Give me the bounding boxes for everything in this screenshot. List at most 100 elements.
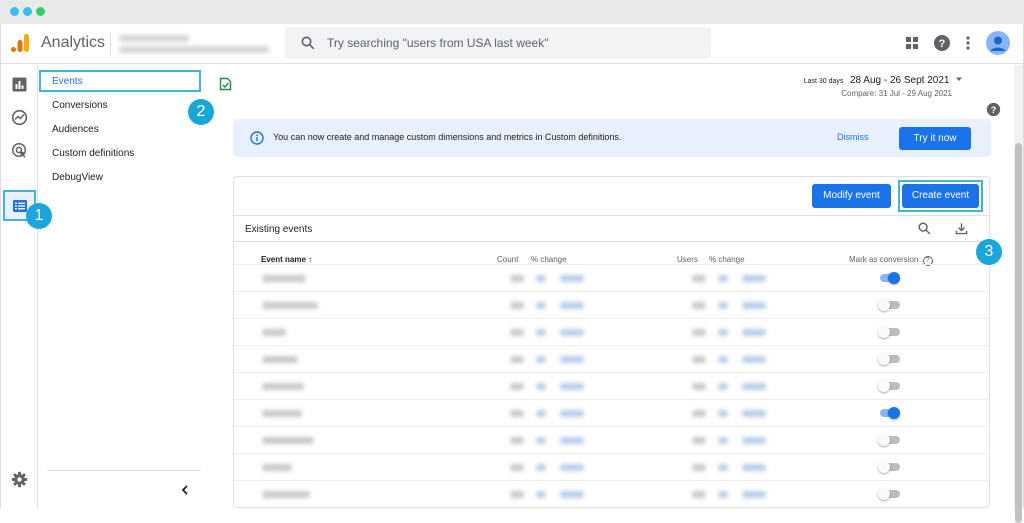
- count-change-blurred: [560, 356, 584, 363]
- explore-icon[interactable]: [11, 109, 28, 126]
- toggle-knob: [888, 272, 900, 284]
- users-change-arrow-blurred: [718, 356, 728, 363]
- conversion-toggle[interactable]: [878, 272, 900, 284]
- users-change-arrow-blurred: [718, 491, 728, 498]
- conversion-toggle[interactable]: [878, 353, 900, 365]
- reports-icon[interactable]: [11, 76, 28, 93]
- conversion-toggle[interactable]: [878, 434, 900, 446]
- table-header-divider: [234, 241, 989, 242]
- modify-event-button[interactable]: Modify event: [812, 184, 891, 208]
- browser-chrome: [0, 0, 1024, 24]
- users-blurred: [692, 464, 706, 471]
- count-change-blurred: [560, 437, 584, 444]
- conversion-toggle[interactable]: [878, 299, 900, 311]
- count-blurred: [510, 329, 524, 336]
- sort-ascending-icon[interactable]: ↑: [308, 255, 312, 264]
- table-search-icon[interactable]: [918, 222, 931, 235]
- dismiss-button[interactable]: Dismiss: [837, 132, 869, 142]
- users-change-blurred: [742, 329, 766, 336]
- col-users[interactable]: Users: [677, 255, 698, 264]
- subnav-item-audiences[interactable]: Audiences: [52, 124, 99, 135]
- scrollbar-thumb[interactable]: [1015, 143, 1022, 523]
- page-scrollbar[interactable]: [1014, 65, 1023, 523]
- users-change-blurred: [742, 437, 766, 444]
- page-help-icon[interactable]: ?: [986, 102, 1001, 117]
- help-icon[interactable]: ?: [933, 34, 951, 52]
- property-name-blurred[interactable]: [119, 46, 269, 53]
- conversion-toggle[interactable]: [878, 461, 900, 473]
- count-change-blurred: [560, 275, 584, 282]
- svg-text:?: ?: [991, 105, 997, 115]
- count-change-arrow-blurred: [536, 383, 546, 390]
- conversion-toggle[interactable]: [878, 488, 900, 500]
- col-count[interactable]: Count: [497, 255, 518, 264]
- event-row[interactable]: [234, 372, 989, 399]
- account-name-blurred[interactable]: [119, 35, 189, 42]
- event-row[interactable]: [234, 480, 989, 507]
- event-name-blurred: [262, 275, 306, 282]
- count-change-arrow-blurred: [536, 437, 546, 444]
- event-row[interactable]: [234, 426, 989, 453]
- search-input[interactable]: Try searching "users from USA last week": [327, 36, 548, 50]
- count-change-blurred: [560, 491, 584, 498]
- caret-down-icon[interactable]: [955, 75, 963, 83]
- event-row[interactable]: [234, 291, 989, 318]
- conversion-toggle[interactable]: [878, 326, 900, 338]
- col-event-name[interactable]: Event name ↑: [261, 255, 312, 264]
- maximize-dot[interactable]: [36, 7, 45, 16]
- create-event-button[interactable]: Create event: [902, 184, 979, 208]
- settings-icon[interactable]: [11, 471, 28, 488]
- event-name-blurred: [262, 437, 314, 444]
- users-change-blurred: [742, 275, 766, 282]
- minimize-dot[interactable]: [23, 7, 32, 16]
- event-row[interactable]: [234, 399, 989, 426]
- search-icon: [301, 36, 315, 50]
- users-change-arrow-blurred: [718, 410, 728, 417]
- event-row[interactable]: [234, 264, 989, 291]
- compare-range: Compare: 31 Jul - 29 Aug 2021: [841, 89, 952, 98]
- count-change-arrow-blurred: [536, 275, 546, 282]
- subnav-item-custom-definitions[interactable]: Custom definitions: [52, 148, 134, 159]
- users-blurred: [692, 275, 706, 282]
- users-blurred: [692, 410, 706, 417]
- try-it-now-button[interactable]: Try it now: [899, 127, 971, 150]
- more-vert-icon[interactable]: [959, 34, 977, 52]
- date-range-picker[interactable]: Last 30 days 28 Aug - 26 Sept 2021 Compa…: [804, 75, 963, 98]
- toggle-knob: [888, 407, 900, 419]
- users-change-arrow-blurred: [718, 383, 728, 390]
- card-header-divider: [234, 215, 989, 216]
- analytics-logo-icon[interactable]: [10, 33, 30, 53]
- avatar-icon[interactable]: [986, 31, 1010, 55]
- subnav-item-events[interactable]: Events: [52, 76, 83, 87]
- count-blurred: [510, 383, 524, 390]
- users-blurred: [692, 383, 706, 390]
- count-blurred: [510, 302, 524, 309]
- count-change-blurred: [560, 302, 584, 309]
- event-row[interactable]: [234, 318, 989, 345]
- count-blurred: [510, 491, 524, 498]
- date-range-value[interactable]: 28 Aug - 26 Sept 2021: [850, 75, 950, 86]
- search-bar[interactable]: Try searching "users from USA last week": [285, 27, 711, 59]
- conversion-toggle[interactable]: [878, 407, 900, 419]
- col-users-change[interactable]: % change: [709, 255, 745, 264]
- event-row[interactable]: [234, 453, 989, 480]
- advertising-icon[interactable]: [11, 142, 28, 159]
- subnav-item-conversions[interactable]: Conversions: [52, 100, 108, 111]
- count-change-blurred: [560, 464, 584, 471]
- apps-grid-icon[interactable]: [903, 34, 921, 52]
- users-change-blurred: [742, 410, 766, 417]
- conversion-toggle[interactable]: [878, 380, 900, 392]
- event-name-blurred: [262, 464, 292, 471]
- count-change-blurred: [560, 410, 584, 417]
- app-title: Analytics: [41, 34, 106, 51]
- info-icon: [250, 131, 264, 145]
- count-change-arrow-blurred: [536, 302, 546, 309]
- event-row[interactable]: [234, 345, 989, 372]
- close-dot[interactable]: [10, 7, 19, 16]
- collapse-chevron-icon[interactable]: [178, 483, 192, 497]
- col-count-change[interactable]: % change: [531, 255, 567, 264]
- download-icon[interactable]: [955, 222, 968, 235]
- subnav-item-debugview[interactable]: DebugView: [52, 172, 103, 183]
- toggle-knob: [878, 488, 890, 500]
- users-blurred: [692, 437, 706, 444]
